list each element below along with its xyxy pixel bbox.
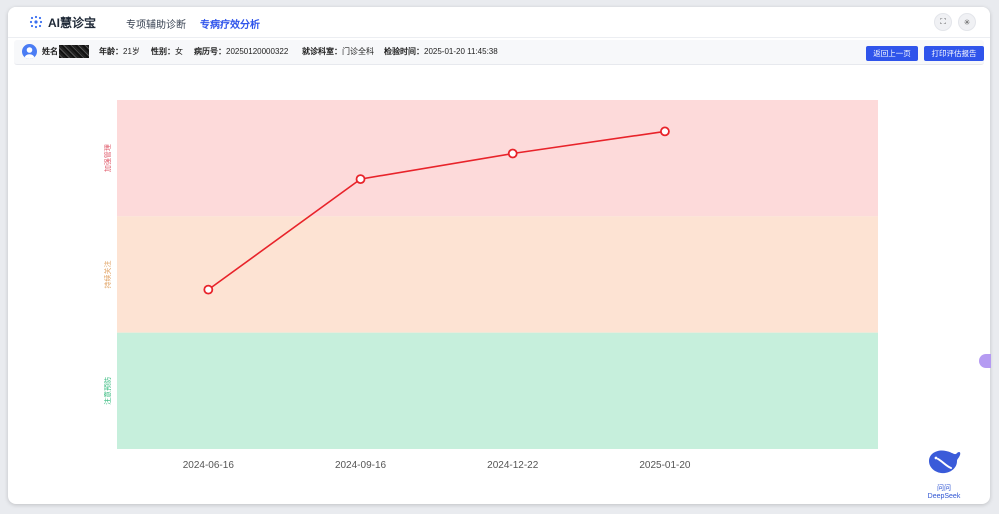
chart-band-2 [117,332,878,449]
chart-band-1 [117,216,878,333]
x-tick-label-0: 2024-06-16 [183,460,235,471]
band-label-1: 持续关注 [103,261,112,289]
deepseek-label: 问问DeepSeek [927,485,961,500]
band-label-2: 注意预防 [103,377,112,405]
deepseek-assistant-button[interactable]: 问问DeepSeek [922,447,966,500]
x-tick-label-3: 2025-01-20 [639,460,691,471]
side-handle[interactable] [979,354,991,368]
band-label-0: 加强管理 [103,144,112,172]
data-point-2[interactable] [507,148,518,159]
data-point-0[interactable] [203,284,214,295]
app-window: AI慧诊宝 专项辅助诊断 专病疗效分析 ⛶ ✳ 姓名 年龄：21岁 性别：女 病… [8,7,990,504]
data-point-1[interactable] [355,174,366,185]
whale-icon [929,450,961,474]
chart-band-0 [117,100,878,217]
data-point-3[interactable] [660,126,670,137]
efficacy-chart: 加强管理持续关注注意预防 2024-06-16 2024-09-16 2024-12-… [103,100,878,471]
x-tick-label-2: 2024-12-22 [487,460,539,471]
x-tick-label-1: 2024-09-16 [335,460,387,471]
